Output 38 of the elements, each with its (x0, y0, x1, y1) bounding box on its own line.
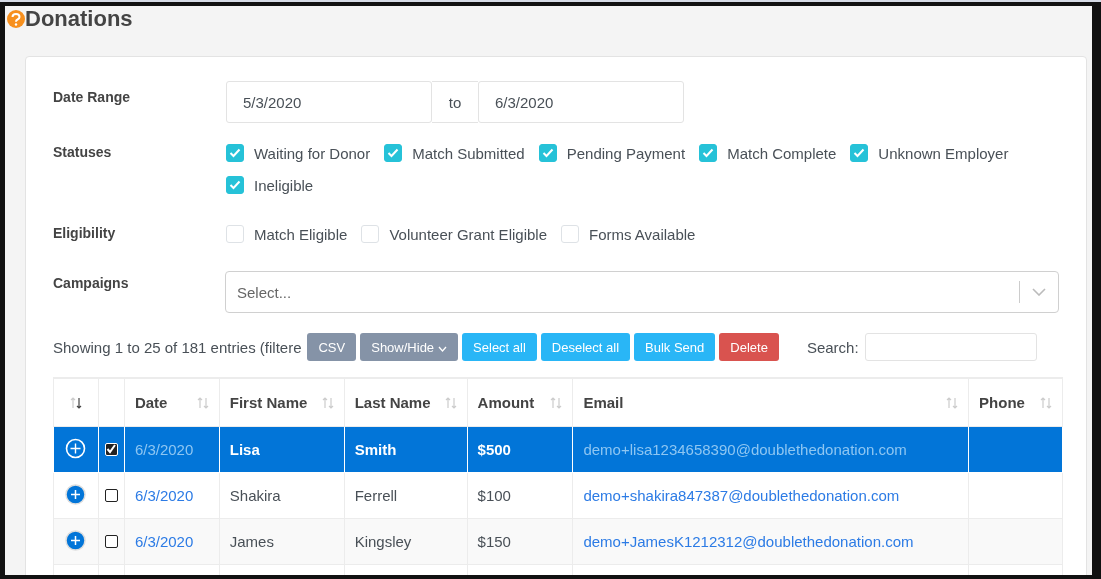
toolbar-button[interactable]: Deselect all (540, 333, 631, 361)
toolbar-button[interactable]: CSV (307, 333, 357, 361)
checkbox-label: Forms Available (589, 225, 696, 243)
table-cell: $500 (477, 441, 511, 458)
column-header[interactable]: Amount (477, 394, 535, 411)
field-label: Campaigns (53, 274, 130, 293)
toolbar-button[interactable]: Delete (719, 333, 779, 361)
checkbox-label: Match Complete (727, 144, 837, 162)
checkbox-label: Unknown Employer (878, 144, 1009, 162)
entries-info: Showing 1 to 25 of 181 entries (filtere (53, 338, 302, 356)
field-label: Eligibility (53, 224, 117, 243)
table-cell: Lisa (229, 441, 260, 458)
checkbox-label: Pending Payment (566, 144, 686, 162)
checkbox-label: Match Eligible (254, 225, 348, 243)
table-cell: Ferrell (354, 487, 398, 504)
page-title: Donations (25, 6, 133, 32)
column-header[interactable]: Date (134, 394, 168, 411)
table-cell: $100 (477, 487, 511, 504)
checkbox-label: Match Submitted (412, 144, 525, 162)
campaign-select[interactable]: Select... (225, 271, 1059, 313)
table-cell: Shakira (229, 487, 281, 504)
field-label: Statuses (53, 143, 113, 162)
column-header[interactable]: Phone (979, 394, 1025, 411)
toolbar-button[interactable]: Select all (462, 333, 537, 361)
checkbox-label: Ineligible (254, 176, 314, 194)
table-cell: Smith (354, 441, 397, 458)
search-label: Search: (806, 338, 859, 356)
date-to-field[interactable]: 6/3/2020 (478, 81, 684, 123)
checkbox-label: Waiting for Donor (254, 144, 371, 162)
column-header[interactable]: Email (583, 394, 624, 411)
checkbox-label: Volunteer Grant Eligible (389, 225, 547, 243)
table-cell: James (229, 533, 274, 550)
dropdown-button[interactable]: Show/Hide (360, 333, 459, 361)
date-from-field[interactable]: 5/3/2020 (226, 81, 432, 123)
field-label: Date Range (53, 88, 132, 107)
table-cell: $150 (477, 533, 511, 550)
table-cell: Kingsley (354, 533, 412, 550)
toolbar-button[interactable]: Bulk Send (634, 333, 716, 361)
